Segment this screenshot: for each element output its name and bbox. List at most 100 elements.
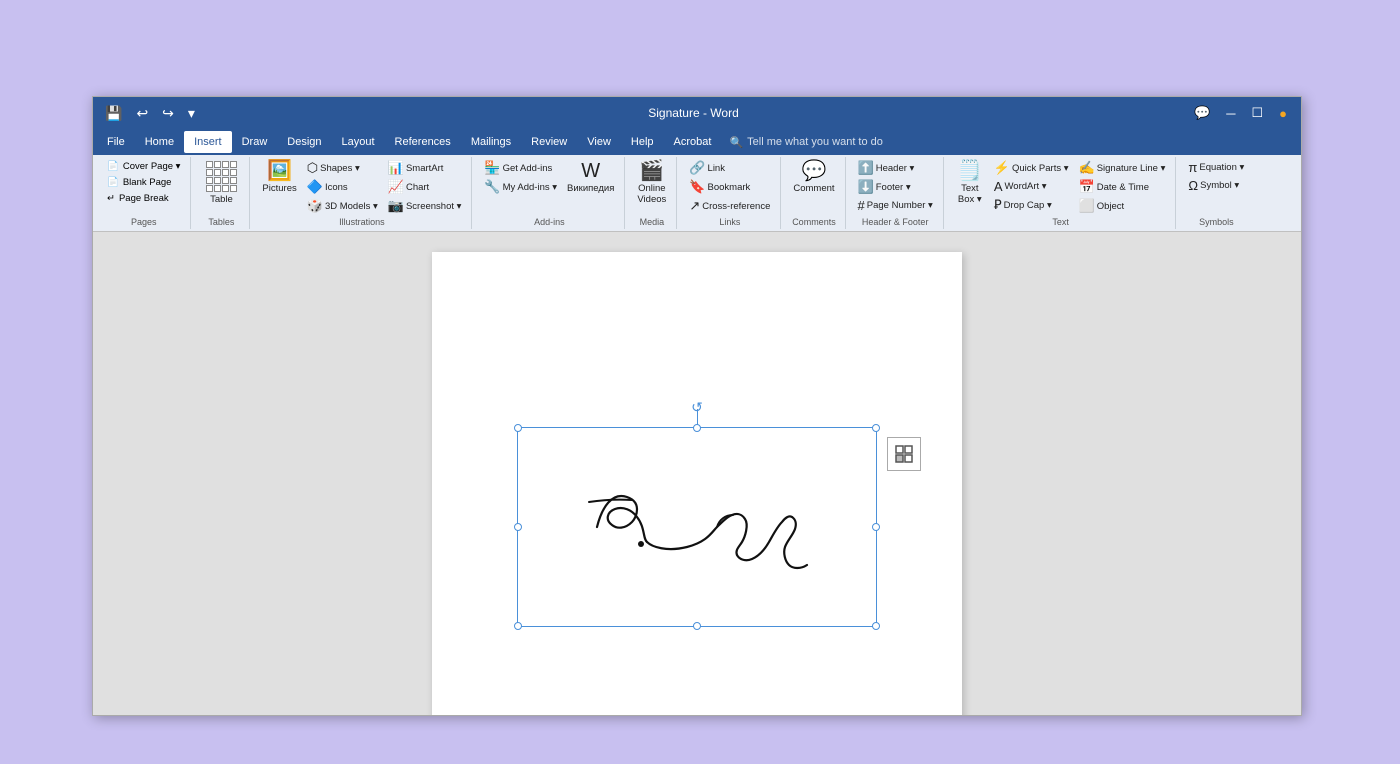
pages-label: Pages	[131, 215, 157, 227]
header-button[interactable]: ⬆️ Header ▾	[854, 159, 937, 177]
ribbon-group-illustrations: 🖼️ Pictures ⬡ Shapes ▾ 🔷 Icons 🎲 3D Mode…	[252, 157, 472, 229]
menu-bar: File Home Insert Draw Design Layout Refe…	[93, 129, 1301, 155]
handle-bottom-right[interactable]	[872, 622, 880, 630]
customize-qat-icon[interactable]: ▾	[184, 103, 199, 124]
page-break-label: Page Break	[119, 193, 169, 204]
signature-box[interactable]	[517, 427, 877, 627]
handle-top-right[interactable]	[872, 424, 880, 432]
header-footer-buttons: ⬆️ Header ▾ ⬇️ Footer ▾ # Page Number ▾	[854, 159, 937, 215]
online-videos-button[interactable]: 🎬 OnlineVideos	[633, 159, 670, 208]
menu-file[interactable]: File	[97, 131, 135, 153]
menu-mailings[interactable]: Mailings	[461, 131, 521, 153]
shapes-icon: ⬡	[307, 160, 318, 176]
quick-parts-icon: ⚡	[994, 160, 1010, 176]
comment-button[interactable]: 💬 Comment	[789, 159, 838, 196]
quick-parts-button[interactable]: ⚡ Quick Parts ▾	[990, 159, 1073, 177]
signature-line-label: Signature Line ▾	[1097, 163, 1166, 174]
dropcap-label: Drop Cap ▾	[1004, 200, 1052, 211]
equation-button[interactable]: π Equation ▾	[1184, 159, 1248, 176]
handle-mid-left[interactable]	[514, 523, 522, 531]
text-col2: ✍️ Signature Line ▾ 📅 Date & Time ⬜ Obje…	[1075, 159, 1170, 215]
3d-models-label: 3D Models ▾	[325, 201, 378, 212]
wordart-icon: A	[994, 179, 1003, 194]
menu-design[interactable]: Design	[277, 131, 331, 153]
minimize-button[interactable]: ─	[1220, 104, 1241, 123]
smartart-button[interactable]: 📊 SmartArt	[384, 159, 466, 177]
illustrations-buttons: 🖼️ Pictures ⬡ Shapes ▾ 🔷 Icons 🎲 3D Mode…	[258, 159, 465, 215]
menu-layout[interactable]: Layout	[332, 131, 385, 153]
layout-options-icon	[894, 444, 914, 464]
ribbon-group-comments: 💬 Comment Comments	[783, 157, 845, 229]
pictures-label: Pictures	[262, 183, 296, 194]
symbol-button[interactable]: Ω Symbol ▾	[1184, 177, 1248, 194]
cover-page-button[interactable]: 📄 Cover Page ▾	[103, 159, 184, 174]
bookmark-icon: 🔖	[689, 179, 705, 195]
3d-models-icon: 🎲	[307, 198, 323, 214]
object-icon: ⬜	[1079, 198, 1095, 214]
page-break-button[interactable]: ↵ Page Break	[103, 191, 173, 206]
redo-icon[interactable]: ↪	[158, 103, 178, 124]
window-buttons: 💬 ─ ☐ ●	[1188, 103, 1293, 123]
object-button[interactable]: ⬜ Object	[1075, 197, 1170, 215]
signature-line-button[interactable]: ✍️ Signature Line ▾	[1075, 159, 1170, 177]
close-button[interactable]: ●	[1273, 104, 1293, 123]
blank-page-button[interactable]: 📄 Blank Page	[103, 175, 175, 190]
menu-references[interactable]: References	[385, 131, 461, 153]
pictures-button[interactable]: 🖼️ Pictures	[258, 159, 300, 196]
menu-review[interactable]: Review	[521, 131, 577, 153]
links-label: Links	[719, 215, 740, 227]
handle-top-left[interactable]	[514, 424, 522, 432]
textbox-button[interactable]: 🗒️ TextBox ▾	[952, 159, 988, 208]
dropcap-icon: Ꝑ	[994, 197, 1002, 213]
symbols-col: π Equation ▾ Ω Symbol ▾	[1184, 159, 1248, 194]
handle-bottom-center[interactable]	[693, 622, 701, 630]
comment-label: Comment	[793, 183, 834, 194]
ribbon-group-media: 🎬 OnlineVideos Media	[627, 157, 677, 229]
menu-acrobat[interactable]: Acrobat	[664, 131, 722, 153]
get-addins-icon: 🏪	[484, 160, 500, 176]
shapes-button[interactable]: ⬡ Shapes ▾	[303, 159, 382, 177]
my-addins-button[interactable]: 🔧 My Add-ins ▾	[480, 178, 561, 196]
signature-image	[537, 447, 857, 607]
signature-container[interactable]: ↺	[517, 427, 877, 627]
footer-icon: ⬇️	[858, 179, 874, 195]
3d-models-button[interactable]: 🎲 3D Models ▾	[303, 197, 382, 215]
tell-me-input[interactable]	[747, 136, 917, 148]
page-number-button[interactable]: # Page Number ▾	[854, 197, 937, 214]
date-time-button[interactable]: 📅 Date & Time	[1075, 178, 1170, 196]
menu-draw[interactable]: Draw	[232, 131, 278, 153]
icons-button[interactable]: 🔷 Icons	[303, 178, 382, 196]
cross-reference-button[interactable]: ↗ Cross-reference	[685, 197, 774, 215]
bookmark-button[interactable]: 🔖 Bookmark	[685, 178, 774, 196]
menu-insert[interactable]: Insert	[184, 131, 232, 153]
menu-view[interactable]: View	[577, 131, 621, 153]
restore-button[interactable]: ☐	[1245, 103, 1269, 123]
get-addins-button[interactable]: 🏪 Get Add-ins	[480, 159, 561, 177]
page-number-label: Page Number ▾	[867, 200, 933, 211]
handle-bottom-left[interactable]	[514, 622, 522, 630]
menu-home[interactable]: Home	[135, 131, 184, 153]
ribbon-group-tables: Table Tables	[193, 157, 250, 229]
comments-label: Comments	[792, 215, 836, 227]
blank-page-label: Blank Page	[123, 177, 172, 188]
undo-icon[interactable]: ↩	[132, 103, 152, 124]
wordart-button[interactable]: A WordArt ▾	[990, 178, 1073, 195]
chart-button[interactable]: 📈 Chart	[384, 178, 466, 196]
save-icon[interactable]: 💾	[101, 103, 126, 124]
dropcap-button[interactable]: Ꝑ Drop Cap ▾	[990, 196, 1073, 214]
menu-help[interactable]: Help	[621, 131, 664, 153]
footer-button[interactable]: ⬇️ Footer ▾	[854, 178, 937, 196]
tables-label: Tables	[208, 215, 234, 227]
wikipedia-button[interactable]: W Википедия	[563, 159, 618, 196]
handle-top-center[interactable]	[693, 424, 701, 432]
link-button[interactable]: 🔗 Link	[685, 159, 774, 177]
table-button[interactable]: Table	[199, 159, 243, 207]
screenshot-button[interactable]: 📷 Screenshot ▾	[384, 197, 466, 215]
handle-mid-right[interactable]	[872, 523, 880, 531]
comment-icon[interactable]: 💬	[1188, 103, 1216, 123]
my-addins-icon: 🔧	[484, 179, 500, 195]
online-videos-icon: 🎬	[639, 161, 664, 181]
pages-col: 📄 Cover Page ▾ 📄 Blank Page ↵ Page Break	[103, 159, 184, 206]
pages-buttons: 📄 Cover Page ▾ 📄 Blank Page ↵ Page Break	[103, 159, 184, 215]
layout-options-button[interactable]	[887, 437, 921, 471]
